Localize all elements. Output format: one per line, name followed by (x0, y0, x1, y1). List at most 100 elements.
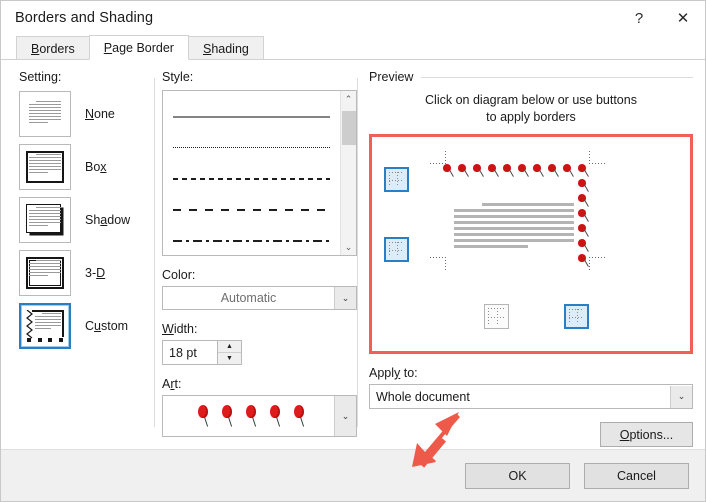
preview-header: Preview (369, 70, 693, 84)
color-dropdown[interactable]: Automatic ⌄ (162, 286, 357, 310)
style-item-dashed[interactable] (173, 163, 330, 194)
options-button[interactable]: Options... (600, 422, 693, 447)
balloon-pin-icon (457, 163, 472, 178)
balloon-icon (197, 405, 209, 427)
setting-option-custom-label: Custom (85, 319, 129, 333)
balloon-pin-icon (577, 193, 592, 208)
balloon-icon (221, 405, 233, 427)
style-item-dotted[interactable] (173, 132, 330, 163)
balloon-icon (269, 405, 281, 427)
bottom-border-toggle[interactable] (384, 237, 409, 262)
art-label: Art: (162, 377, 182, 391)
scroll-down-icon[interactable]: ⌄ (341, 239, 357, 255)
preview-diagram[interactable] (372, 137, 690, 351)
color-value: Automatic (220, 291, 277, 305)
left-border-toggle[interactable] (484, 304, 509, 329)
shadow-thumbnail (19, 197, 71, 243)
box-thumbnail (19, 144, 71, 190)
balloon-pin-icon (577, 178, 592, 193)
scrollbar-thumb[interactable] (342, 111, 356, 145)
top-border-toggle[interactable] (384, 167, 409, 192)
setting-label: Setting: (19, 70, 62, 84)
balloon-pin-icon (532, 163, 547, 178)
balloon-pin-icon (577, 253, 592, 268)
preview-instruction: Click on diagram below or use buttons to… (369, 92, 693, 126)
style-listbox[interactable]: ⌃ ⌄ (162, 90, 357, 256)
preview-instruction-line1: Click on diagram below or use buttons (425, 93, 637, 107)
preview-instruction-line2: to apply borders (486, 110, 576, 124)
apply-to-dropdown[interactable]: Whole document ⌄ (369, 384, 693, 409)
preview-panel: Preview Click on diagram below or use bu… (357, 70, 693, 449)
setting-option-box-label: Box (85, 160, 107, 174)
ok-button[interactable]: OK (465, 462, 570, 489)
apply-to-label: Apply to: (369, 366, 418, 380)
threed-thumbnail (19, 250, 71, 296)
balloon-pin-icon (487, 163, 502, 178)
preview-diagram-highlight (369, 134, 693, 354)
style-item-solid[interactable] (173, 101, 330, 132)
width-value[interactable]: 18 pt (162, 340, 218, 365)
preview-label: Preview (369, 70, 414, 84)
tab-shading[interactable]: Shading (187, 36, 264, 60)
tab-strip: Borders Page Border Shading (1, 35, 705, 60)
dialog-title: Borders and Shading (15, 10, 154, 26)
setting-option-shadow-label: Shadow (85, 213, 131, 227)
width-spin-buttons[interactable]: ▲ ▼ (218, 340, 242, 365)
borders-and-shading-dialog: Borders and Shading ? ✕ Borders Page Bor… (0, 0, 706, 502)
spinner-up-icon[interactable]: ▲ (218, 341, 241, 353)
balloon-pin-icon (562, 163, 577, 178)
style-label: Style: (162, 70, 194, 84)
style-panel: Style: ⌃ ⌄ Color: Automatic ⌄ Width: 18 … (154, 70, 357, 449)
tab-page-border-label: age Border (112, 41, 174, 55)
art-border-right (577, 178, 592, 268)
balloon-pin-icon (472, 163, 487, 178)
style-scrollbar[interactable]: ⌃ ⌄ (340, 91, 356, 255)
setting-option-none-label: None (85, 107, 115, 121)
balloon-icon (293, 405, 305, 427)
title-bar: Borders and Shading ? ✕ (1, 1, 705, 35)
tab-borders-label: orders (39, 42, 75, 56)
width-spinner[interactable]: 18 pt ▲ ▼ (162, 340, 357, 365)
balloon-pin-icon (577, 208, 592, 223)
balloon-pin-icon (502, 163, 517, 178)
width-label: Width: (162, 322, 198, 336)
none-thumbnail (19, 91, 71, 137)
help-icon[interactable]: ? (617, 1, 661, 35)
style-item-long-dashed[interactable] (173, 194, 330, 225)
setting-option-none[interactable]: None (19, 90, 154, 138)
title-bar-buttons: ? ✕ (617, 1, 705, 35)
style-item-dash-dot[interactable] (173, 225, 330, 256)
setting-option-3d[interactable]: 3-D (19, 249, 154, 297)
custom-thumbnail (19, 303, 71, 349)
cancel-button[interactable]: Cancel (584, 462, 689, 489)
chevron-down-icon[interactable]: ⌄ (334, 287, 356, 309)
chevron-down-icon[interactable]: ⌄ (334, 396, 356, 436)
options-row: Options... (369, 422, 693, 447)
zigzag-icon (26, 310, 33, 339)
tab-page-border[interactable]: Page Border (88, 35, 189, 60)
right-border-toggle[interactable] (564, 304, 589, 329)
art-preview-balloons (163, 396, 334, 436)
setting-option-custom[interactable]: Custom (19, 302, 154, 350)
tab-borders[interactable]: Borders (16, 36, 90, 60)
art-border-top (442, 163, 592, 178)
apply-to-value: Whole document (376, 389, 470, 404)
balloon-icon (245, 405, 257, 427)
chevron-down-icon[interactable]: ⌄ (670, 385, 692, 408)
close-icon[interactable]: ✕ (661, 1, 705, 35)
setting-option-shadow[interactable]: Shadow (19, 196, 154, 244)
art-dropdown[interactable]: ⌄ (162, 395, 357, 437)
tab-shading-label: hading (211, 42, 249, 56)
preview-divider (421, 76, 693, 78)
corner-marker-bottom-left (430, 257, 448, 273)
setting-option-box[interactable]: Box (19, 143, 154, 191)
balloon-pin-icon (547, 163, 562, 178)
scroll-up-icon[interactable]: ⌃ (341, 91, 357, 107)
balloon-pin-icon (577, 238, 592, 253)
balloon-pin-icon (577, 223, 592, 238)
setting-panel: Setting: None Box Shadow 3-D Custom (19, 70, 154, 449)
balloon-pin-icon (517, 163, 532, 178)
document-text-lines (454, 203, 574, 251)
spinner-down-icon[interactable]: ▼ (218, 353, 241, 364)
setting-option-3d-label: 3-D (85, 266, 106, 280)
